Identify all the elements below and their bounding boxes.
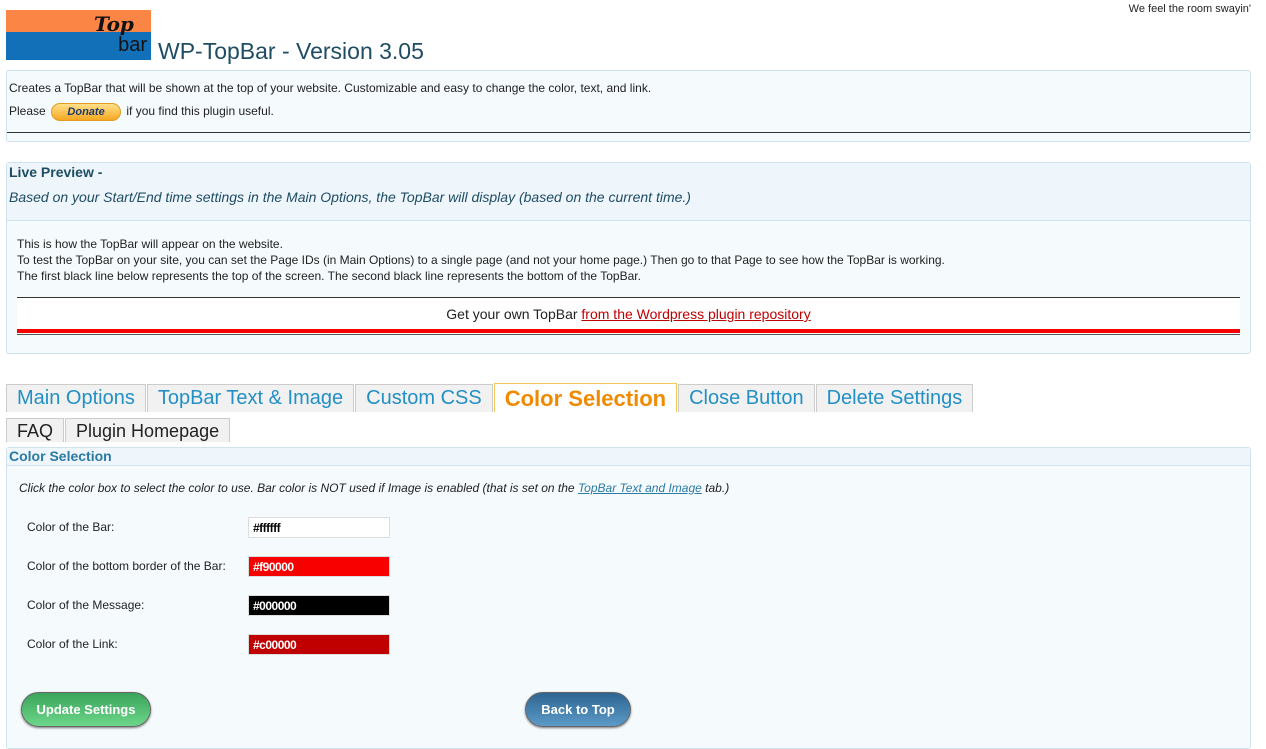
- intro-text: Creates a TopBar that will be shown at t…: [9, 81, 652, 95]
- link-color-input[interactable]: #c00000: [248, 634, 390, 655]
- bar-color-input[interactable]: #ffffff: [248, 517, 390, 538]
- tagline: We feel the room swayin': [1128, 3, 1251, 15]
- color-desc: Click the color box to select the color …: [19, 481, 575, 495]
- intro-panel: Creates a TopBar that will be shown at t…: [6, 70, 1251, 142]
- live-preview-panel: Live Preview - Based on your Start/End t…: [6, 162, 1251, 354]
- preview-line: This is how the TopBar will appear on th…: [17, 237, 283, 251]
- topbar-text-image-link[interactable]: TopBar Text and Image: [578, 481, 702, 495]
- live-preview-subtitle: Based on your Start/End time settings in…: [9, 189, 691, 205]
- tab-bar: Main Options TopBar Text & Image Custom …: [6, 383, 974, 418]
- topbar-link[interactable]: from the Wordpress plugin repository: [581, 306, 810, 322]
- tab-close-button[interactable]: Close Button: [678, 384, 815, 412]
- topbar-logo: Top bar: [6, 10, 151, 60]
- live-preview-heading: Live Preview -: [9, 164, 103, 180]
- link-color-label: Color of the Link:: [27, 637, 118, 651]
- tab-color-selection[interactable]: Color Selection: [493, 383, 678, 412]
- please-text: Please: [9, 104, 46, 119]
- border-color-input[interactable]: #f90000: [248, 556, 390, 577]
- message-color-input[interactable]: #000000: [248, 595, 390, 616]
- message-color-label: Color of the Message:: [27, 598, 145, 612]
- back-to-top-button[interactable]: Back to Top: [525, 692, 631, 727]
- border-color-label: Color of the bottom border of the Bar:: [27, 559, 226, 573]
- divider: [7, 132, 1250, 133]
- page-title: WP-TopBar - Version 3.05: [158, 38, 424, 64]
- preview-line: The first black line below represents th…: [17, 269, 641, 283]
- update-settings-button[interactable]: Update Settings: [21, 692, 151, 727]
- topbar-message: Get your own TopBar: [446, 306, 578, 322]
- color-selection-panel: Color Selection Click the color box to s…: [6, 447, 1251, 749]
- donate-button[interactable]: Donate: [51, 103, 122, 121]
- topbar-preview: Get your own TopBar from the Wordpress p…: [17, 297, 1240, 335]
- logo-text-bar: bar: [118, 34, 147, 56]
- tab-delete-settings[interactable]: Delete Settings: [815, 384, 974, 412]
- logo-text-top: Top: [94, 12, 134, 36]
- tab-custom-css[interactable]: Custom CSS: [355, 384, 493, 412]
- tab-topbar-text-image[interactable]: TopBar Text & Image: [146, 384, 355, 412]
- bar-color-label: Color of the Bar:: [27, 520, 115, 534]
- color-desc-end: tab.): [705, 481, 730, 495]
- donate-suffix: if you find this plugin useful.: [126, 104, 274, 119]
- tab-plugin-homepage[interactable]: Plugin Homepage: [65, 418, 231, 442]
- tab-main-options[interactable]: Main Options: [6, 384, 146, 412]
- preview-line: To test the TopBar on your site, you can…: [17, 253, 945, 267]
- color-selection-heading: Color Selection: [7, 448, 1250, 466]
- tab-faq[interactable]: FAQ: [6, 418, 65, 442]
